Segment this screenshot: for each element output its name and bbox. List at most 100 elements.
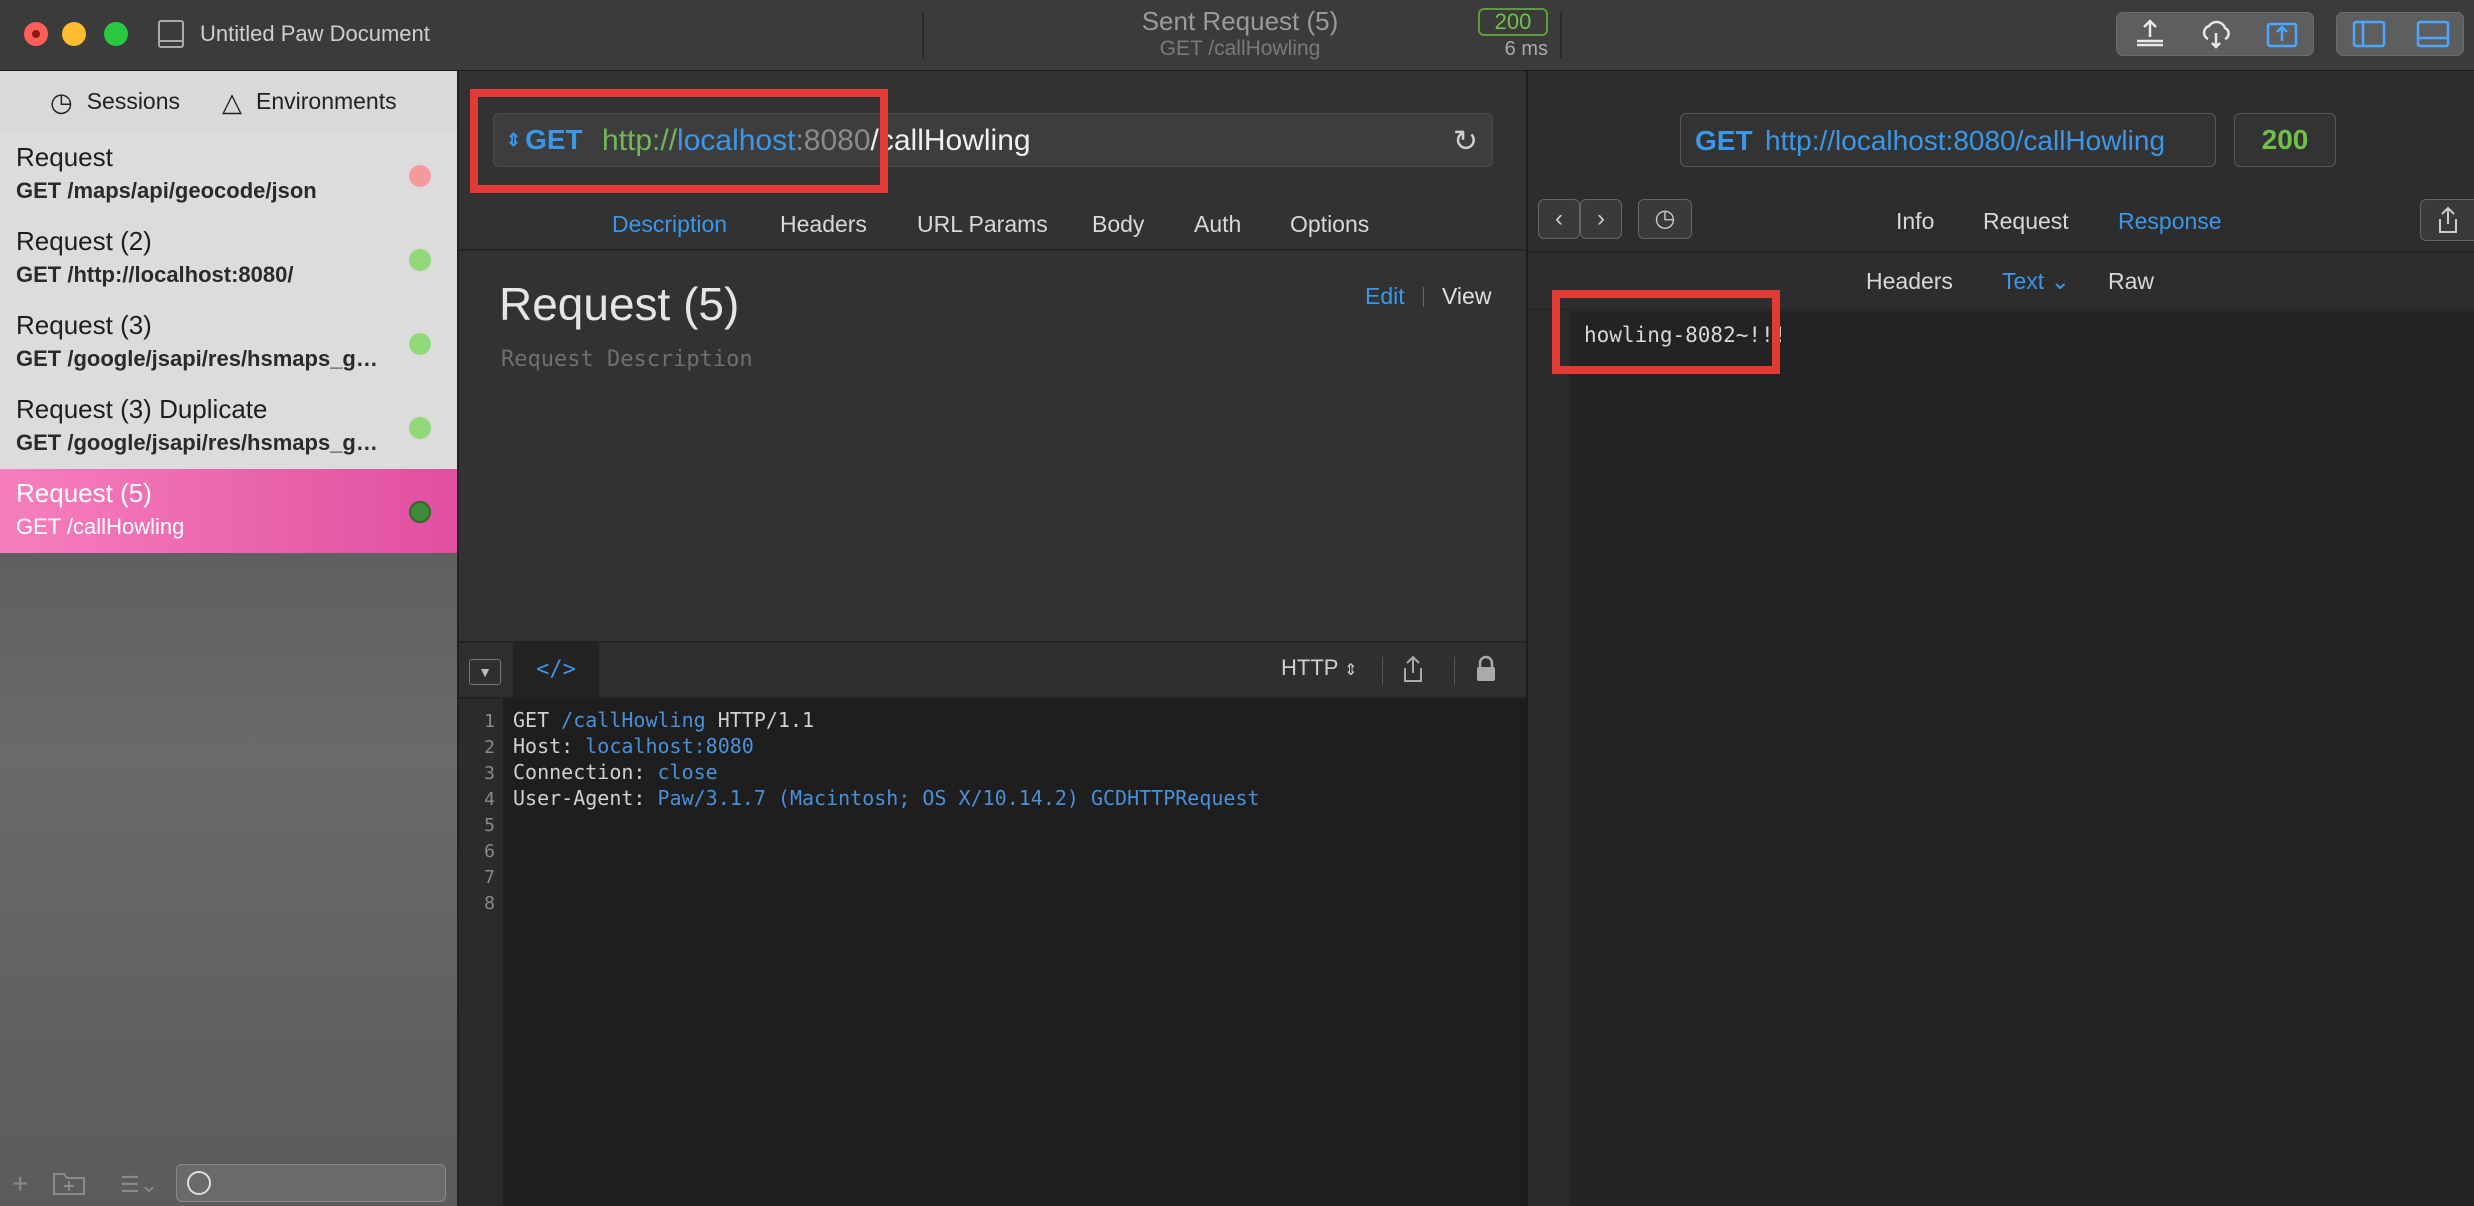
status-dot <box>409 501 431 523</box>
view-button[interactable]: View <box>1442 283 1491 310</box>
edit-button[interactable]: Edit <box>1365 283 1405 310</box>
code-token: User-Agent: <box>513 786 658 810</box>
tab-response[interactable]: Response <box>2118 208 2222 235</box>
toggle-sidebar-button[interactable] <box>2337 13 2401 55</box>
response-gutter <box>1528 311 1570 1206</box>
divider <box>1528 251 2474 253</box>
back-button[interactable]: ‹ <box>1538 199 1580 239</box>
code-token: close <box>657 760 718 784</box>
share-icon <box>2439 206 2457 233</box>
tab-info[interactable]: Info <box>1896 208 1934 235</box>
document-title: Untitled Paw Document <box>200 21 430 46</box>
request-path: GET /google/jsapi/res/hsmaps_go... <box>16 430 386 455</box>
add-icon[interactable]: + <box>12 1168 28 1200</box>
format-label: HTTP <box>1281 655 1339 680</box>
close-window-button[interactable] <box>24 22 48 46</box>
line-number: 8 <box>484 893 495 914</box>
tab-request[interactable]: Request <box>1983 208 2069 235</box>
code-line: User-Agent: Paw/3.1.7 (Macintosh; OS X/1… <box>513 786 1260 810</box>
highlight-box-url <box>470 89 888 193</box>
toggle-bottom-panel-button[interactable] <box>2401 13 2465 55</box>
request-name: Request <box>16 142 113 172</box>
import-icon <box>2266 22 2298 48</box>
request-path: GET /google/jsapi/res/hsmaps_go... <box>16 346 386 371</box>
chevron-right-icon: › <box>1597 205 1605 232</box>
request-item[interactable]: Request (2) GET /http://localhost:8080/ <box>0 217 457 301</box>
code-generator-button[interactable]: </> <box>513 643 599 697</box>
request-name: Request (3) Duplicate <box>16 394 268 424</box>
code-editor[interactable]: 1 2 3 4 5 6 7 8 GET /callHowling HTTP/1.… <box>459 699 1526 1206</box>
subtab-raw[interactable]: Raw <box>2108 268 2154 295</box>
tab-environments[interactable]: △ Environments <box>222 87 397 118</box>
new-group-button[interactable] <box>52 1170 86 1203</box>
import-button[interactable] <box>2249 13 2315 55</box>
code-line: Host: localhost:8080 <box>513 734 754 758</box>
response-body-area[interactable] <box>1570 311 2474 1206</box>
history-button[interactable]: ◷ <box>1638 199 1692 239</box>
duration-label: 6 ms <box>1504 38 1548 60</box>
divider <box>459 249 1526 251</box>
share-icon[interactable] <box>1401 655 1425 689</box>
status-dot <box>409 249 431 271</box>
search-icon <box>187 1171 211 1195</box>
environments-icon: △ <box>222 87 242 117</box>
sidebar-icon <box>2352 20 2386 48</box>
line-number: 7 <box>484 867 495 888</box>
line-number: 5 <box>484 815 495 836</box>
code-line: GET /callHowling HTTP/1.1 <box>513 708 814 732</box>
forward-button[interactable]: › <box>1580 199 1622 239</box>
updown-chevron-icon: ⇕ <box>1344 662 1358 679</box>
export-button[interactable] <box>2117 13 2183 55</box>
tab-sessions[interactable]: ◷ Sessions <box>50 87 180 118</box>
tab-headers[interactable]: Headers <box>780 211 867 238</box>
description-field[interactable]: Request Description <box>501 347 753 372</box>
code-token: Host: <box>513 734 586 758</box>
request-item-active[interactable]: Request (5) GET /callHowling <box>0 469 457 553</box>
tab-options[interactable]: Options <box>1290 211 1369 238</box>
tab-body[interactable]: Body <box>1092 211 1144 238</box>
divider <box>1423 287 1424 307</box>
filter-search-field[interactable] <box>176 1164 446 1202</box>
paw-window: Untitled Paw Document Sent Request (5) G… <box>0 0 2474 1206</box>
status-dot <box>409 165 431 187</box>
request-path: GET /maps/api/geocode/json <box>16 178 317 203</box>
code-token: GET <box>513 708 562 732</box>
reload-icon[interactable]: ↻ <box>1453 124 1478 159</box>
code-line: Connection: close <box>513 760 718 784</box>
subtab-text[interactable]: Text ⌄ <box>2002 268 2070 295</box>
request-path: GET /callHowling <box>16 514 185 539</box>
tab-description[interactable]: Description <box>612 211 727 238</box>
cloud-sync-icon <box>2202 20 2230 49</box>
sidebar: ◷ Sessions △ Environments Request GET /map… <box>0 71 459 1206</box>
code-token: Paw/3.1.7 (Macintosh; OS X/10.14.2) GCDH… <box>657 786 1260 810</box>
zoom-window-button[interactable] <box>104 22 128 46</box>
sort-menu-button[interactable]: ☰⌄ <box>120 1172 158 1198</box>
url-path: /callHowling <box>870 124 1031 157</box>
collapse-panel-button[interactable]: ▼ <box>469 659 501 685</box>
subtab-headers[interactable]: Headers <box>1866 268 1953 295</box>
title-bar: Untitled Paw Document Sent Request (5) G… <box>0 0 2474 71</box>
tab-auth[interactable]: Auth <box>1194 211 1241 238</box>
export-import-group <box>2116 12 2314 56</box>
titlebar-divider <box>922 12 924 58</box>
tab-url-params[interactable]: URL Params <box>917 211 1048 238</box>
request-title[interactable]: Request (5) <box>499 277 739 331</box>
status-dot <box>409 333 431 355</box>
document-icon <box>158 20 184 48</box>
chevron-left-icon: ‹ <box>1555 205 1563 232</box>
response-url-box: GET http://localhost:8080/callHowling <box>1680 113 2216 167</box>
minimize-window-button[interactable] <box>62 22 86 46</box>
sidebar-tabs: ◷ Sessions △ Environments <box>0 71 457 133</box>
request-name: Request (2) <box>16 226 152 256</box>
sync-button[interactable] <box>2183 13 2249 55</box>
request-item[interactable]: Request GET /maps/api/geocode/json <box>0 133 457 217</box>
request-item[interactable]: Request (3) Duplicate GET /google/jsapi/… <box>0 385 457 469</box>
share-response-button[interactable] <box>2420 199 2474 241</box>
lock-icon[interactable] <box>1475 655 1497 689</box>
code-token: /callHowling <box>561 708 706 732</box>
format-selector[interactable]: HTTP ⇕ <box>1281 655 1358 681</box>
line-number: 3 <box>484 763 495 784</box>
request-item[interactable]: Request (3) GET /google/jsapi/res/hsmaps… <box>0 301 457 385</box>
sent-request-title: Sent Request (5) <box>1141 6 1339 36</box>
titlebar-divider <box>1560 12 1562 58</box>
